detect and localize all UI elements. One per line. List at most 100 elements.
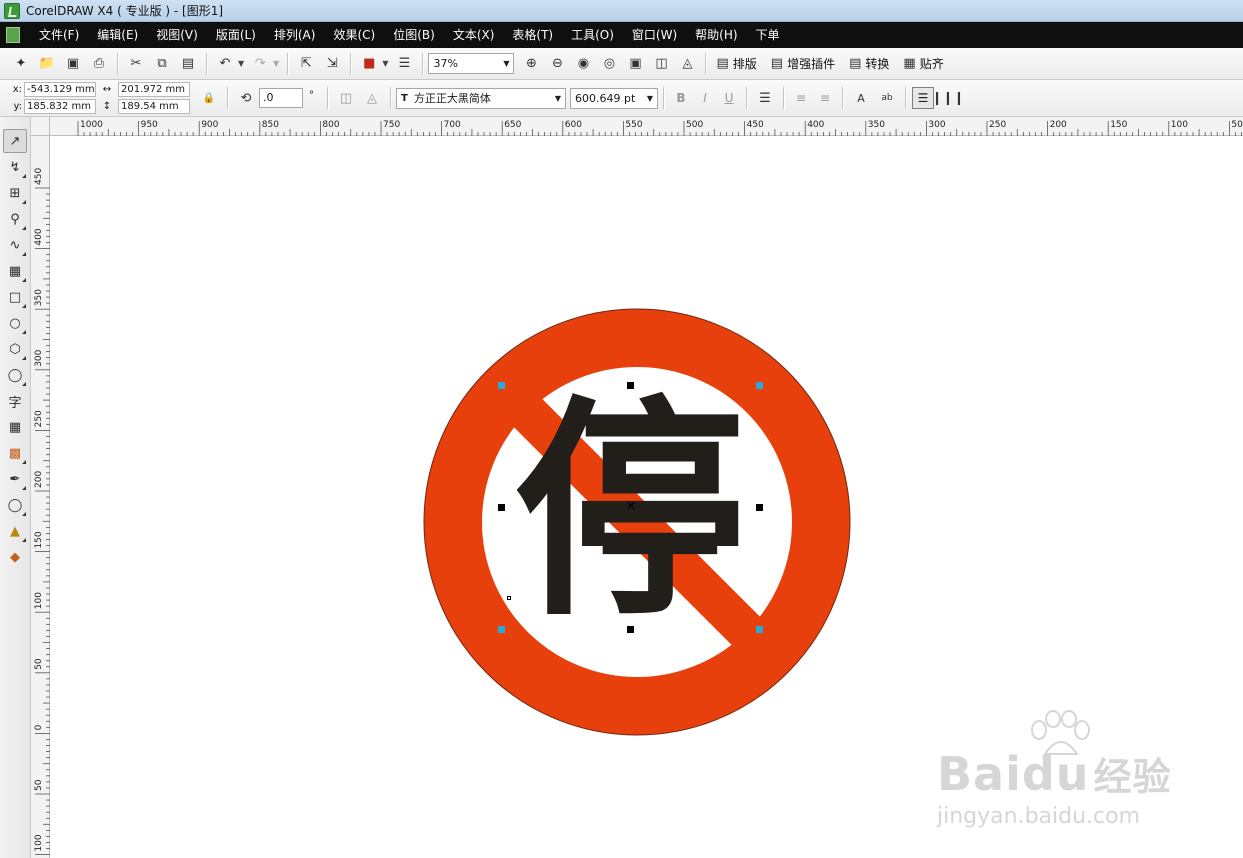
interactive-blend-tool-icon[interactable]: ▩ — [3, 441, 27, 465]
selection-handle-bottom-left[interactable] — [498, 626, 505, 633]
ruler-label: 100 — [1171, 120, 1188, 130]
menu-arrange[interactable]: 排列(A) — [265, 22, 325, 48]
horizontal-alignment-icon[interactable]: ☰ — [754, 87, 776, 109]
print-icon[interactable]: ⎙ — [88, 53, 110, 75]
character-formatting-icon[interactable]: A — [850, 87, 872, 109]
toolbar-separator — [287, 52, 289, 75]
rotation-angle-field[interactable]: .0 — [259, 88, 303, 108]
zoom-level-select[interactable]: 37% ▼ — [428, 53, 515, 74]
vertical-text-icon[interactable]: ❙❙❙ — [932, 87, 965, 109]
ruler-label: 0 — [34, 724, 44, 730]
menu-view[interactable]: 视图(V) — [147, 22, 207, 48]
italic-icon[interactable]: I — [694, 87, 716, 109]
ruler-label: 500 — [686, 120, 703, 130]
zoom-page-icon[interactable]: ▣ — [624, 53, 646, 75]
zoom-page-height-icon[interactable]: ◬ — [676, 53, 698, 75]
vertical-ruler[interactable]: 450 400 350 300 250 200 150 100 50 0 50 100 — [31, 136, 50, 858]
lock-ratio-icon[interactable]: 🔒 — [198, 87, 220, 109]
horizontal-ruler[interactable]: 1000 950 900 850 800 750 700 650 600 550 500 450 400… — [50, 117, 1243, 136]
snap-button[interactable]: ▦ 贴齐 — [898, 53, 948, 75]
zoom-in-icon[interactable]: ⊕ — [520, 53, 542, 75]
selection-handle-right[interactable] — [756, 504, 763, 511]
mirror-horizontal-icon[interactable]: ◫ — [335, 87, 357, 109]
drop-cap-icon[interactable]: ≡ — [814, 87, 836, 109]
basic-shapes-tool-icon[interactable]: ◯ — [3, 363, 27, 387]
menu-tools[interactable]: 工具(O) — [562, 22, 623, 48]
plugin-button[interactable]: ▤ 增强插件 — [766, 53, 840, 75]
rectangle-tool-icon[interactable]: □ — [3, 285, 27, 309]
freehand-tool-icon[interactable]: ∿ — [3, 233, 27, 257]
smart-fill-tool-icon[interactable]: ▦ — [3, 259, 27, 283]
toolbar-separator — [705, 52, 707, 75]
ruler-origin[interactable] — [31, 117, 50, 136]
menu-edit[interactable]: 编辑(E) — [88, 22, 147, 48]
application-launcher-icon[interactable]: ■ — [358, 53, 380, 75]
open-folder-icon[interactable]: 📁 — [36, 53, 58, 75]
save-icon[interactable]: ▣ — [62, 53, 84, 75]
fill-tool-icon[interactable]: ▲ — [3, 519, 27, 543]
export-icon[interactable]: ⇲ — [321, 53, 343, 75]
menu-text[interactable]: 文本(X) — [444, 22, 504, 48]
ellipse-tool-icon[interactable]: ○ — [3, 311, 27, 335]
import-icon[interactable]: ⇱ — [295, 53, 317, 75]
height-field[interactable]: 189.54 mm — [118, 99, 190, 114]
width-field[interactable]: 201.972 mm — [118, 82, 190, 97]
underline-icon[interactable]: U — [718, 87, 740, 109]
menu-order[interactable]: 下单 — [747, 22, 789, 48]
polygon-tool-icon[interactable]: ⬡ — [3, 337, 27, 361]
drawing-canvas[interactable]: 停 × Baidu 经验 jingyan.baidu.com — [50, 136, 1243, 858]
shape-tool-icon[interactable]: ↯ — [3, 155, 27, 179]
zoom-tool-icon[interactable]: ⚲ — [3, 207, 27, 231]
zoom-all-objects-icon[interactable]: ◎ — [598, 53, 620, 75]
menu-file[interactable]: 文件(F) — [30, 22, 88, 48]
welcome-screen-icon[interactable]: ☰ — [393, 53, 415, 75]
text-node-handle[interactable] — [507, 596, 511, 600]
bold-icon[interactable]: B — [670, 87, 692, 109]
paste-icon[interactable]: ▤ — [177, 53, 199, 75]
outline-tool-icon[interactable]: ◯ — [3, 493, 27, 517]
selection-center-marker[interactable]: × — [625, 500, 637, 513]
interactive-fill-tool-icon[interactable]: ◆ — [3, 545, 27, 569]
layout-button[interactable]: ▤ 排版 — [711, 53, 761, 75]
document-icon[interactable] — [6, 27, 20, 43]
table-tool-icon[interactable]: ▦ — [3, 415, 27, 439]
selection-handle-left[interactable] — [498, 504, 505, 511]
new-document-icon[interactable]: ✦ — [10, 53, 32, 75]
undo-icon[interactable]: ↶ — [214, 53, 236, 75]
ruler-label: 650 — [504, 120, 521, 130]
crop-tool-icon[interactable]: ⊞ — [3, 181, 27, 205]
selection-handle-bottom[interactable] — [627, 626, 634, 633]
cut-icon[interactable]: ✂ — [125, 53, 147, 75]
pick-tool-icon[interactable]: ↗ — [3, 129, 27, 153]
menu-help[interactable]: 帮助(H) — [686, 22, 746, 48]
zoom-page-width-icon[interactable]: ◫ — [650, 53, 672, 75]
mirror-vertical-icon[interactable]: ◬ — [361, 87, 383, 109]
undo-dropdown-icon[interactable]: ▼ — [238, 59, 244, 68]
selection-handle-top-left[interactable] — [498, 382, 505, 389]
menu-table[interactable]: 表格(T) — [503, 22, 562, 48]
text-tool-icon[interactable]: 字 — [3, 389, 27, 413]
copy-icon[interactable]: ⧉ — [151, 53, 173, 75]
redo-dropdown-icon[interactable]: ▼ — [273, 59, 279, 68]
zoom-out-icon[interactable]: ⊖ — [546, 53, 568, 75]
bullet-list-icon[interactable]: ≡ — [790, 87, 812, 109]
redo-icon[interactable]: ↷ — [249, 53, 271, 75]
menu-effects[interactable]: 效果(C) — [324, 22, 384, 48]
y-position-field[interactable]: 185.832 mm — [24, 99, 96, 114]
menu-bitmaps[interactable]: 位图(B) — [384, 22, 444, 48]
font-size-select[interactable]: 600.649 pt ▼ — [570, 87, 658, 109]
zoom-selected-icon[interactable]: ◉ — [572, 53, 594, 75]
selection-handle-top[interactable] — [627, 382, 634, 389]
selection-handle-bottom-right[interactable] — [756, 626, 763, 633]
eyedropper-tool-icon[interactable]: ✒ — [3, 467, 27, 491]
x-position-field[interactable]: -543.129 mm — [24, 82, 96, 97]
toolbar-separator — [350, 52, 352, 75]
convert-button[interactable]: ▤ 转换 — [844, 53, 894, 75]
menu-window[interactable]: 窗口(W) — [623, 22, 686, 48]
chevron-down-icon: ▼ — [503, 59, 510, 68]
font-list-select[interactable]: T 方正正大黑简体 ▼ — [396, 87, 566, 109]
menu-layout[interactable]: 版面(L) — [207, 22, 265, 48]
selection-handle-top-right[interactable] — [756, 382, 763, 389]
edit-text-icon[interactable]: ab — [876, 87, 898, 109]
launcher-dropdown-icon[interactable]: ▼ — [382, 59, 388, 68]
